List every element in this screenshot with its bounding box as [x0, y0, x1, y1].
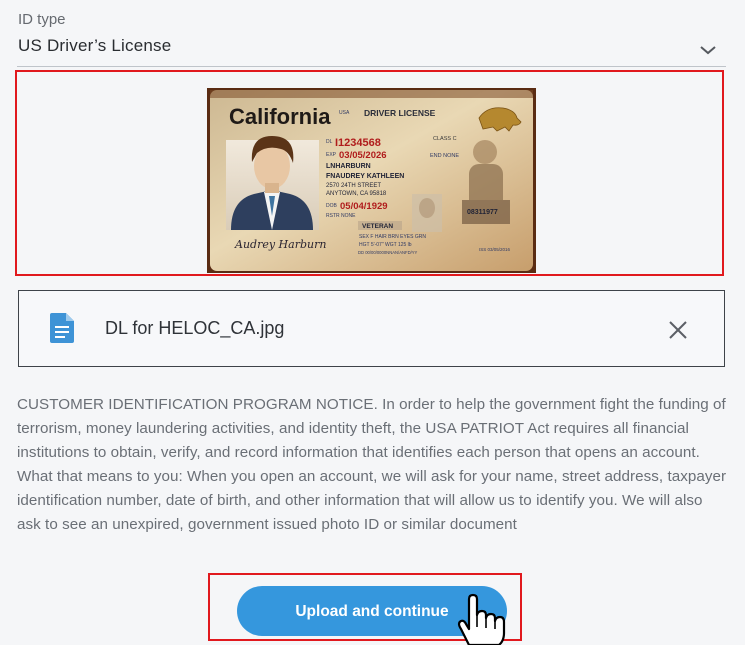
id-type-label: ID type: [18, 11, 66, 28]
license-first-name: FNAUDREY KATHLEEN: [326, 173, 404, 180]
license-iss: ISS 03/05/2016: [479, 247, 511, 252]
svg-text:USA: USA: [339, 110, 350, 116]
license-class: CLASS C: [433, 136, 457, 142]
id-type-select[interactable]: US Driver’s License: [17, 32, 726, 67]
license-address-1: 2570 24TH STREET: [326, 183, 381, 189]
hand-pointer-cursor-icon: [457, 593, 506, 645]
license-state: California: [229, 104, 331, 129]
license-dd: DD 00/00/0000NNAN/ANFD/YY: [358, 250, 418, 255]
uploaded-file-row: DL for HELOC_CA.jpg: [18, 290, 725, 367]
chevron-down-icon[interactable]: [699, 44, 717, 56]
license-dob-prefix: DOB: [326, 203, 338, 209]
license-rstr: RSTR NONE: [326, 213, 356, 219]
id-upload-panel: ID type US Driver’s License California U…: [0, 0, 745, 645]
license-stats: SEX F HAIR BRN EYES GRN: [359, 234, 426, 240]
license-address-2: ANYTOWN, CA 95818: [326, 191, 387, 197]
license-exp-date: 03/05/2026: [339, 150, 387, 161]
license-last-name: LNHARBURN: [326, 163, 371, 170]
id-type-value: US Driver’s License: [18, 36, 172, 55]
close-icon[interactable]: [667, 319, 689, 341]
cip-notice-text: CUSTOMER IDENTIFICATION PROGRAM NOTICE. …: [17, 396, 727, 533]
license-signature: Audrey Harburn: [234, 238, 326, 251]
license-dl-number: I1234568: [335, 137, 381, 149]
license-exp-prefix: EXP: [326, 152, 337, 158]
license-doc-type: DRIVER LICENSE: [364, 108, 436, 118]
license-dl-prefix: DL: [326, 139, 333, 145]
license-dob: 05/04/1929: [340, 201, 388, 212]
license-end: END NONE: [430, 153, 459, 159]
license-stats-2: HGT 5'-07" WGT 125 lb: [359, 242, 412, 248]
license-veteran: VETERAN: [362, 223, 393, 230]
license-preview-image: California USA DRIVER LICENSE CLASS C DL…: [207, 88, 536, 273]
document-icon: [50, 313, 74, 343]
license-doc-code: 08311977: [467, 209, 498, 216]
file-name: DL for HELOC_CA.jpg: [105, 318, 285, 338]
